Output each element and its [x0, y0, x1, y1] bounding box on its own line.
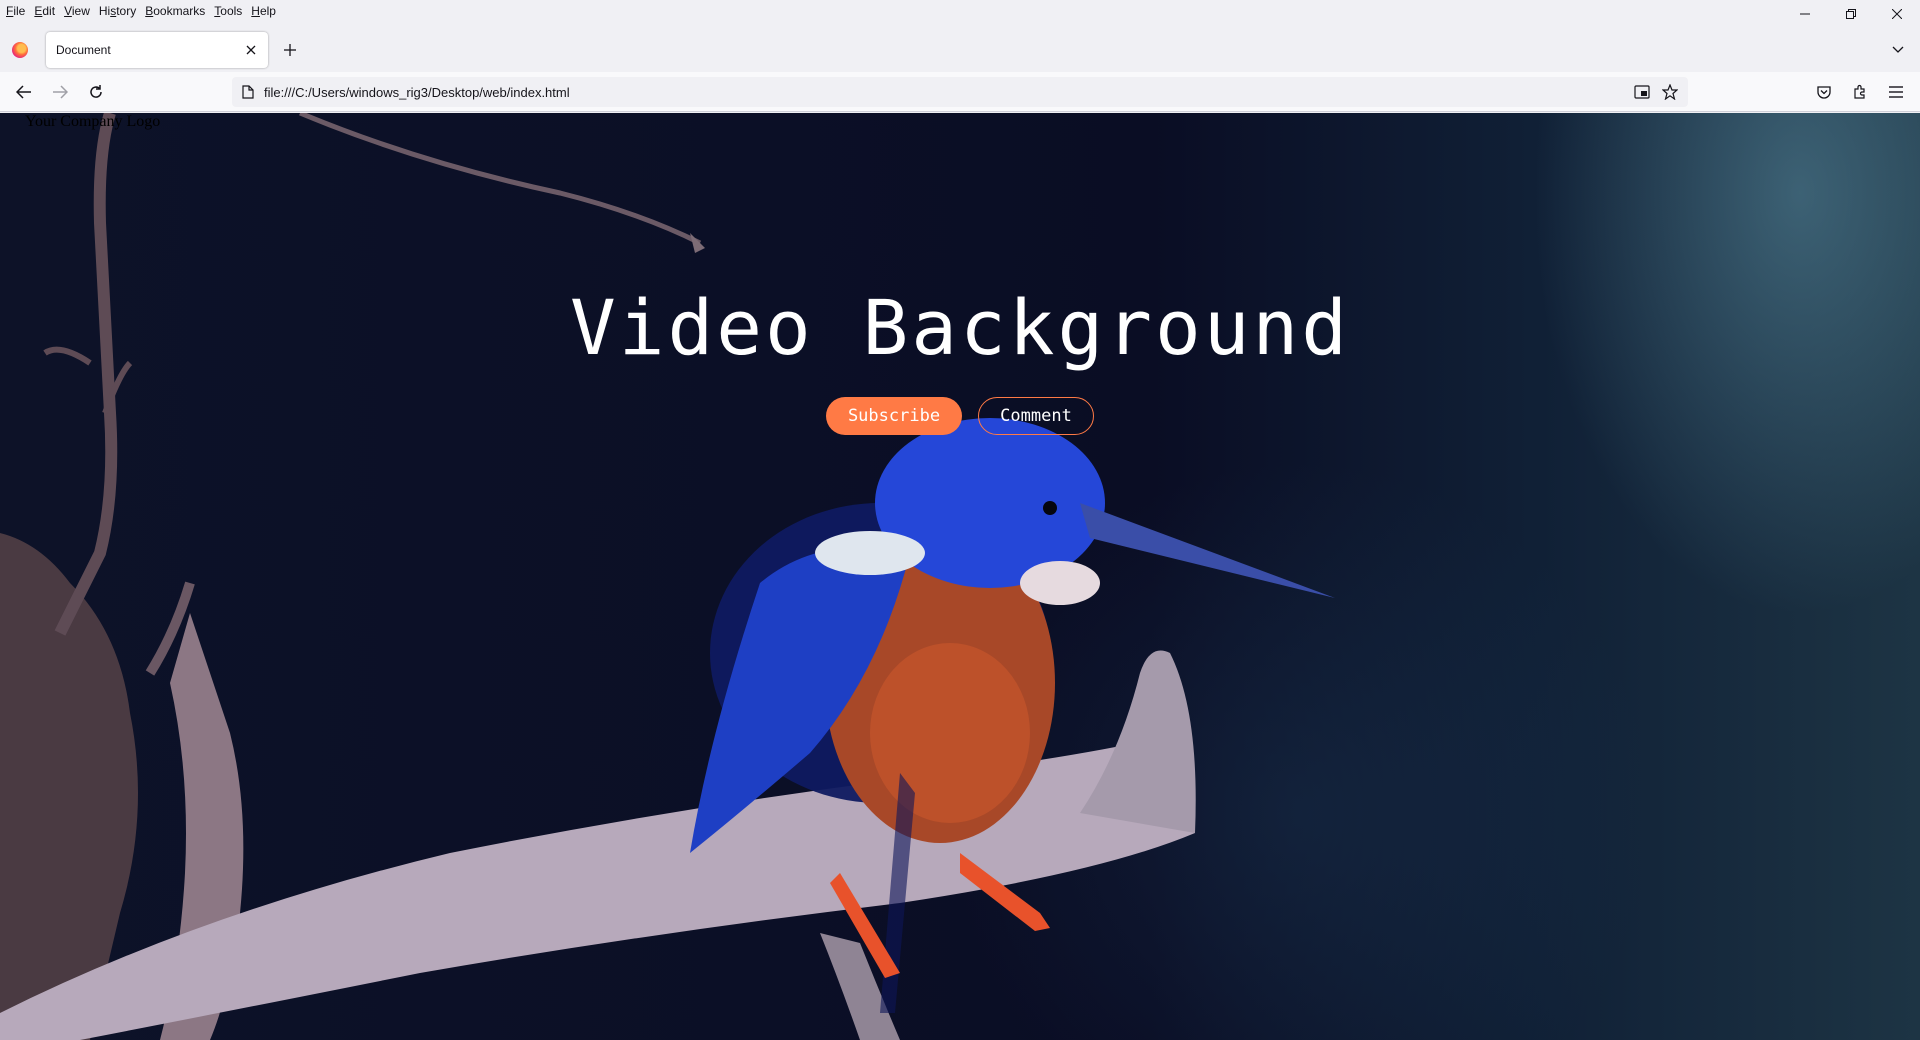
screenshot-icon[interactable] — [1634, 84, 1650, 100]
hero-buttons: Subscribe Comment — [0, 397, 1920, 435]
menu-tools-label: ools — [220, 4, 243, 18]
menu-help-label: elp — [259, 4, 276, 18]
video-background — [0, 113, 1335, 1040]
window-close-icon[interactable] — [1874, 0, 1920, 28]
chevron-down-icon[interactable] — [1888, 40, 1908, 60]
subscribe-button[interactable]: Subscribe — [826, 397, 962, 435]
menu-help-accel: H — [251, 4, 260, 18]
tab-document[interactable]: Document — [46, 32, 268, 68]
url-text[interactable]: file:///C:/Users/windows_rig3/Desktop/we… — [264, 85, 570, 100]
menu-bookmarks-label: ookmarks — [153, 4, 206, 18]
menu-file-label: ile — [13, 4, 26, 18]
menu-help[interactable]: Help — [248, 1, 282, 21]
address-bar[interactable]: file:///C:/Users/windows_rig3/Desktop/we… — [232, 77, 1688, 107]
back-icon[interactable] — [12, 80, 36, 104]
page-icon — [240, 84, 256, 100]
navigation-bar: file:///C:/Users/windows_rig3/Desktop/we… — [0, 72, 1920, 112]
menu-view-accel: V — [64, 4, 72, 18]
menu-icon[interactable] — [1884, 80, 1908, 104]
menu-edit[interactable]: Edit — [31, 1, 61, 21]
extensions-icon[interactable] — [1848, 80, 1872, 104]
firefox-logo-icon[interactable] — [12, 42, 28, 58]
menu-view-label: iew — [71, 4, 90, 18]
tab-title: Document — [56, 43, 111, 57]
pocket-icon[interactable] — [1812, 80, 1836, 104]
plus-icon[interactable] — [280, 40, 300, 60]
close-icon[interactable] — [242, 41, 260, 59]
menu-bar: File Edit View History Bookmarks Tools H… — [0, 0, 1920, 22]
tab-strip: Document — [0, 28, 1920, 72]
menu-history-pre: Hi — [98, 4, 111, 18]
reload-icon[interactable] — [84, 80, 108, 104]
menu-edit-label: dit — [42, 4, 56, 18]
comment-button[interactable]: Comment — [978, 397, 1094, 435]
forward-icon[interactable] — [48, 80, 72, 104]
menu-file[interactable]: File — [4, 1, 31, 21]
menu-view[interactable]: View — [61, 1, 96, 21]
restore-icon[interactable] — [1828, 0, 1874, 28]
menu-tools[interactable]: Tools — [211, 1, 248, 21]
star-icon[interactable] — [1662, 84, 1678, 100]
menu-bookmarks[interactable]: Bookmarks — [142, 1, 211, 21]
company-logo[interactable]: Your Company Logo — [25, 113, 160, 131]
page-content: Your Company Logo Video Background Subsc… — [0, 113, 1920, 1040]
menu-history[interactable]: History — [96, 1, 142, 21]
minimize-icon[interactable] — [1782, 0, 1828, 28]
window-controls — [1782, 0, 1920, 28]
hero-title: Video Background — [569, 283, 1351, 372]
menu-history-label: tory — [116, 4, 137, 18]
